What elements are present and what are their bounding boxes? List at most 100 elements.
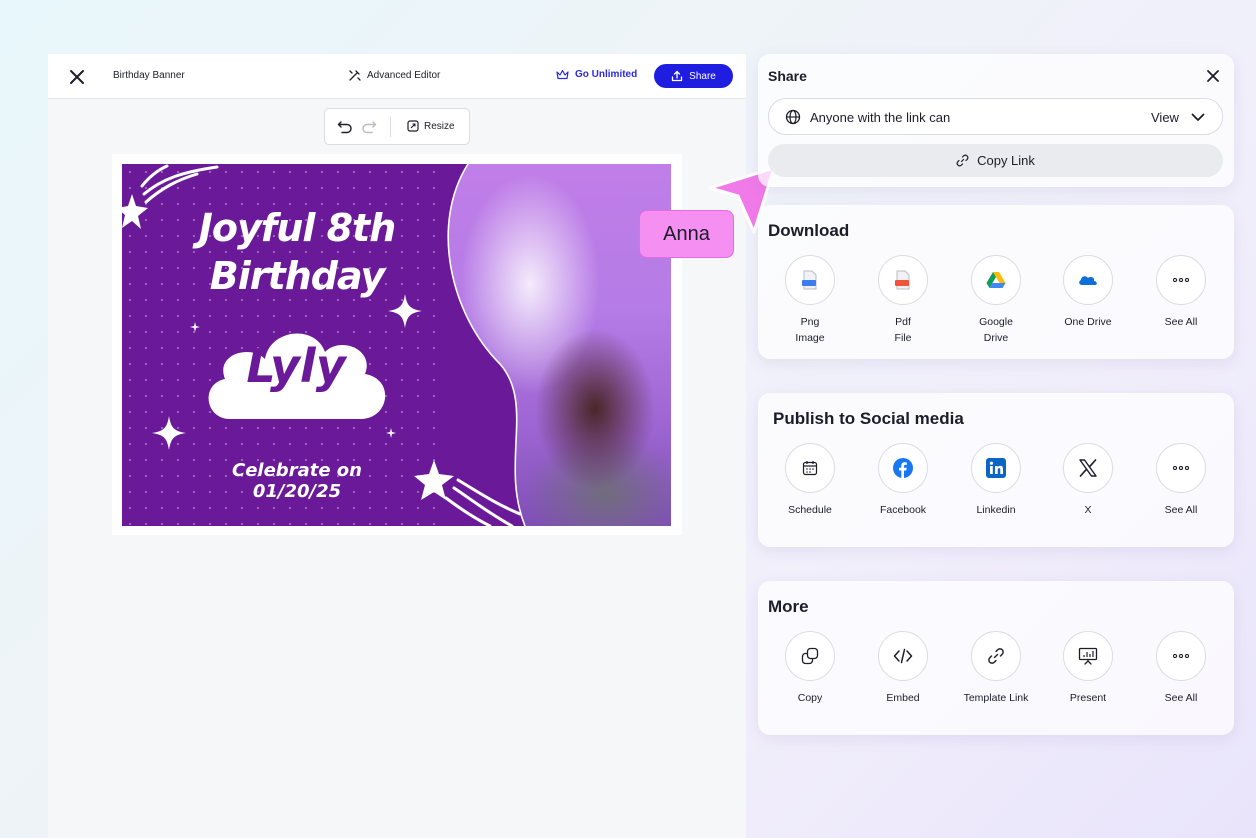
copy-icon xyxy=(801,647,819,665)
social-title: Publish to Social media xyxy=(773,409,964,428)
icon-circle xyxy=(878,255,928,305)
download-label-line1: One Drive xyxy=(1064,316,1112,328)
download-see-all-button[interactable]: See All xyxy=(1136,255,1226,330)
icon-label: Schedule xyxy=(765,502,855,518)
go-unlimited-link[interactable]: Go Unlimited xyxy=(556,69,637,80)
icon-circle xyxy=(878,631,928,681)
google-drive-icon xyxy=(986,272,1006,288)
download-label-line1: Pdf xyxy=(895,316,911,328)
resize-button[interactable]: Resize xyxy=(407,120,455,132)
social-see-all-button[interactable]: See All xyxy=(1136,443,1226,518)
more-dots-icon xyxy=(1173,278,1189,282)
canvas-frame: Joyful 8th Birthday Lyly Celebrate on 01… xyxy=(112,154,682,535)
download-card: Download Png Image Pdf File Google Drive… xyxy=(758,205,1234,359)
more-label: Present xyxy=(1069,692,1107,704)
template-link-button[interactable]: Template Link xyxy=(951,631,1041,706)
undo-icon[interactable] xyxy=(337,120,353,134)
link-permission-dropdown[interactable]: Anyone with the link can View xyxy=(768,98,1223,135)
presentation-icon xyxy=(1078,647,1098,665)
download-onedrive-button[interactable]: One Drive xyxy=(1043,255,1133,330)
icon-circle xyxy=(971,255,1021,305)
linkedin-button[interactable]: Linkedin xyxy=(951,443,1041,518)
more-see-all-button[interactable]: See All xyxy=(1136,631,1226,706)
icon-circle xyxy=(785,255,835,305)
schedule-button[interactable]: Schedule xyxy=(765,443,855,518)
download-label-line2: Image xyxy=(795,332,825,344)
facebook-button[interactable]: Facebook xyxy=(858,443,948,518)
go-unlimited-label: Go Unlimited xyxy=(575,69,638,80)
icon-label: Png Image xyxy=(765,314,855,346)
png-file-icon xyxy=(802,270,817,290)
copy-link-button[interactable]: Copy Link xyxy=(768,144,1223,177)
download-label-line1: Google xyxy=(979,316,1013,328)
copy-link-label: Copy Link xyxy=(977,153,1035,168)
more-label: Embed xyxy=(886,692,920,704)
x-icon xyxy=(1079,459,1097,477)
icon-circle xyxy=(1063,255,1113,305)
advanced-editor-label: Advanced Editor xyxy=(367,70,441,81)
resize-icon xyxy=(407,120,419,132)
permission-description: Anyone with the link can xyxy=(810,110,951,125)
editor-panel: Birthday Banner Advanced Editor Go Unlim… xyxy=(48,54,746,838)
present-button[interactable]: Present xyxy=(1043,631,1133,706)
icon-label: One Drive xyxy=(1043,314,1133,330)
banner-title-line-1: Joyful 8th xyxy=(198,206,397,250)
facebook-icon xyxy=(893,458,913,478)
download-pdf-button[interactable]: Pdf File xyxy=(858,255,948,346)
icon-label: Google Drive xyxy=(951,314,1041,346)
share-upload-icon xyxy=(672,70,683,82)
close-icon[interactable] xyxy=(1206,69,1220,83)
collaborator-name-tag: Anna xyxy=(639,210,734,258)
social-label: X xyxy=(1084,504,1092,516)
download-label-line1: See All xyxy=(1164,316,1198,328)
link-icon xyxy=(956,154,969,167)
social-label: See All xyxy=(1164,504,1198,516)
calendar-icon xyxy=(802,461,818,476)
download-label-line2: File xyxy=(894,332,912,344)
icon-label: Present xyxy=(1043,690,1133,706)
pdf-file-icon xyxy=(895,270,910,290)
redo-icon[interactable] xyxy=(361,120,377,134)
close-icon[interactable] xyxy=(68,68,86,86)
embed-button[interactable]: Embed xyxy=(858,631,948,706)
icon-label: Template Link xyxy=(951,690,1041,706)
icon-label: Facebook xyxy=(858,502,948,518)
icon-circle xyxy=(971,443,1021,493)
x-button[interactable]: X xyxy=(1043,443,1133,518)
icon-circle xyxy=(1063,443,1113,493)
more-label: Copy xyxy=(797,692,823,704)
toolbox-divider xyxy=(390,117,391,137)
download-google-drive-button[interactable]: Google Drive xyxy=(951,255,1041,346)
resize-label: Resize xyxy=(424,120,455,132)
banner-title: Joyful 8th Birthday xyxy=(182,204,412,300)
download-png-button[interactable]: Png Image xyxy=(765,255,855,346)
birthday-banner-design[interactable]: Joyful 8th Birthday Lyly Celebrate on 01… xyxy=(122,164,671,526)
magic-wand-icon xyxy=(349,70,361,81)
icon-circle xyxy=(971,631,1021,681)
social-label: Facebook xyxy=(879,504,927,516)
copy-button[interactable]: Copy xyxy=(765,631,855,706)
permission-value: View xyxy=(1151,110,1179,125)
sparkle-decoration xyxy=(152,416,186,450)
more-title: More xyxy=(768,597,809,616)
sparkle-decoration xyxy=(388,294,422,328)
more-label: Template Link xyxy=(963,692,1029,704)
social-label: Schedule xyxy=(788,504,832,516)
link-icon xyxy=(988,648,1004,664)
globe-icon xyxy=(785,109,801,125)
banner-title-line-2: Birthday xyxy=(209,254,385,298)
more-dots-icon xyxy=(1173,466,1189,470)
icon-label: Embed xyxy=(858,690,948,706)
onedrive-icon xyxy=(1079,276,1097,285)
icon-label: Pdf File xyxy=(858,314,948,346)
icon-circle xyxy=(785,631,835,681)
icon-label: See All xyxy=(1136,314,1226,330)
more-dots-icon xyxy=(1173,654,1189,658)
share-button[interactable]: Share xyxy=(654,64,733,88)
advanced-editor-button[interactable]: Advanced Editor xyxy=(348,69,440,82)
social-card: Publish to Social media Schedule Faceboo… xyxy=(758,393,1234,547)
share-panel-title: Share xyxy=(768,68,807,84)
icon-circle xyxy=(1063,631,1113,681)
editor-topbar: Birthday Banner Advanced Editor Go Unlim… xyxy=(48,54,746,99)
icon-label: See All xyxy=(1136,502,1226,518)
